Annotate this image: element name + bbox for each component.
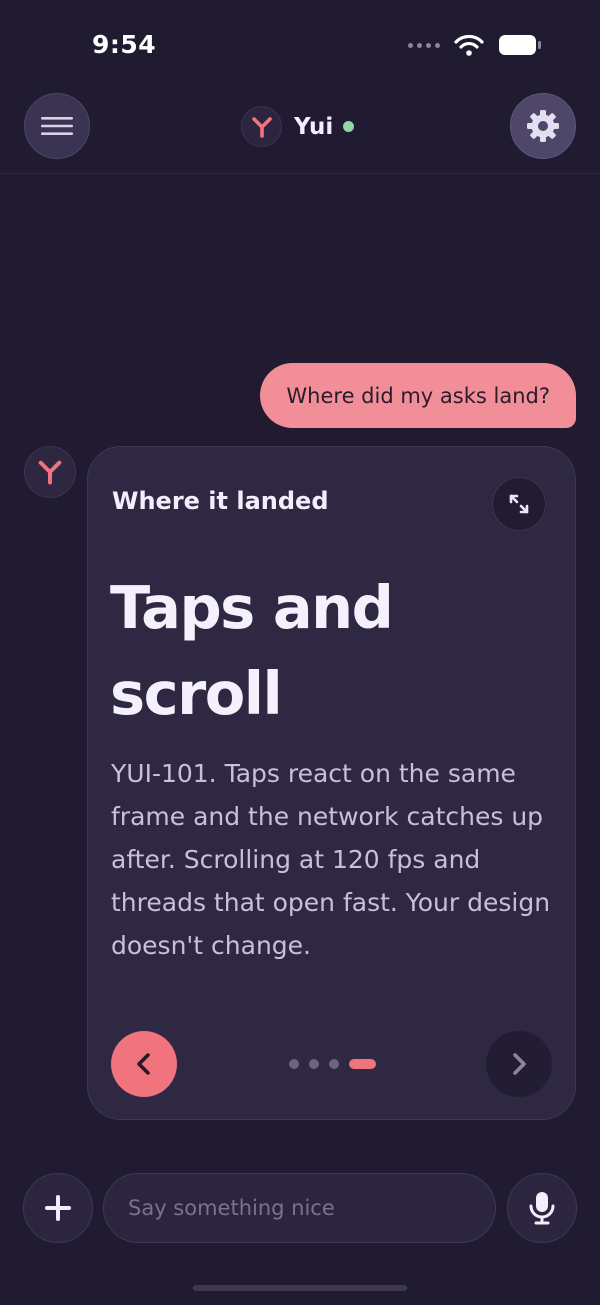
page-indicator [289,1059,376,1069]
add-attachment-button[interactable] [23,1173,93,1243]
previous-page-button[interactable] [111,1031,177,1097]
next-page-button[interactable] [486,1031,552,1097]
message-composer [0,1172,600,1244]
wifi-icon [454,34,484,56]
card-body-text: YUI-101. Taps react on the same frame an… [111,759,551,960]
menu-button[interactable] [24,93,90,159]
page-dot[interactable] [329,1059,339,1069]
yui-logo-icon [241,106,282,147]
chevron-left-icon [137,1053,150,1075]
cellular-signal-icon [408,42,440,48]
assistant-name: Yui [294,113,334,140]
message-input[interactable] [103,1173,496,1243]
assistant-avatar [24,446,76,498]
settings-button[interactable] [510,93,576,159]
hamburger-menu-icon [41,117,73,135]
battery-icon [499,35,541,55]
page-dot-active[interactable] [349,1059,376,1069]
chat-title: Yui [241,106,355,147]
voice-input-button[interactable] [507,1173,577,1243]
home-indicator [193,1285,407,1291]
page-dot[interactable] [309,1059,319,1069]
microphone-icon [529,1192,555,1225]
chevron-right-icon [513,1053,526,1075]
plus-icon [45,1195,71,1221]
status-bar: 9:54 [0,0,600,92]
assistant-response-card: Where it landed Taps and scroll YUI-101.… [87,446,576,1120]
online-status-dot [343,121,355,132]
expand-icon [509,494,529,514]
status-time: 9:54 [92,30,157,59]
chat-header: Yui [0,92,600,174]
card-title: Taps and scroll [110,573,394,728]
gear-icon [527,110,559,142]
yui-logo-icon [38,460,62,485]
expand-card-button[interactable] [492,477,546,531]
card-heading: Where it landed [112,487,329,515]
status-icons [408,34,542,56]
page-dot[interactable] [289,1059,299,1069]
user-message-bubble: Where did my asks land? [260,363,576,428]
